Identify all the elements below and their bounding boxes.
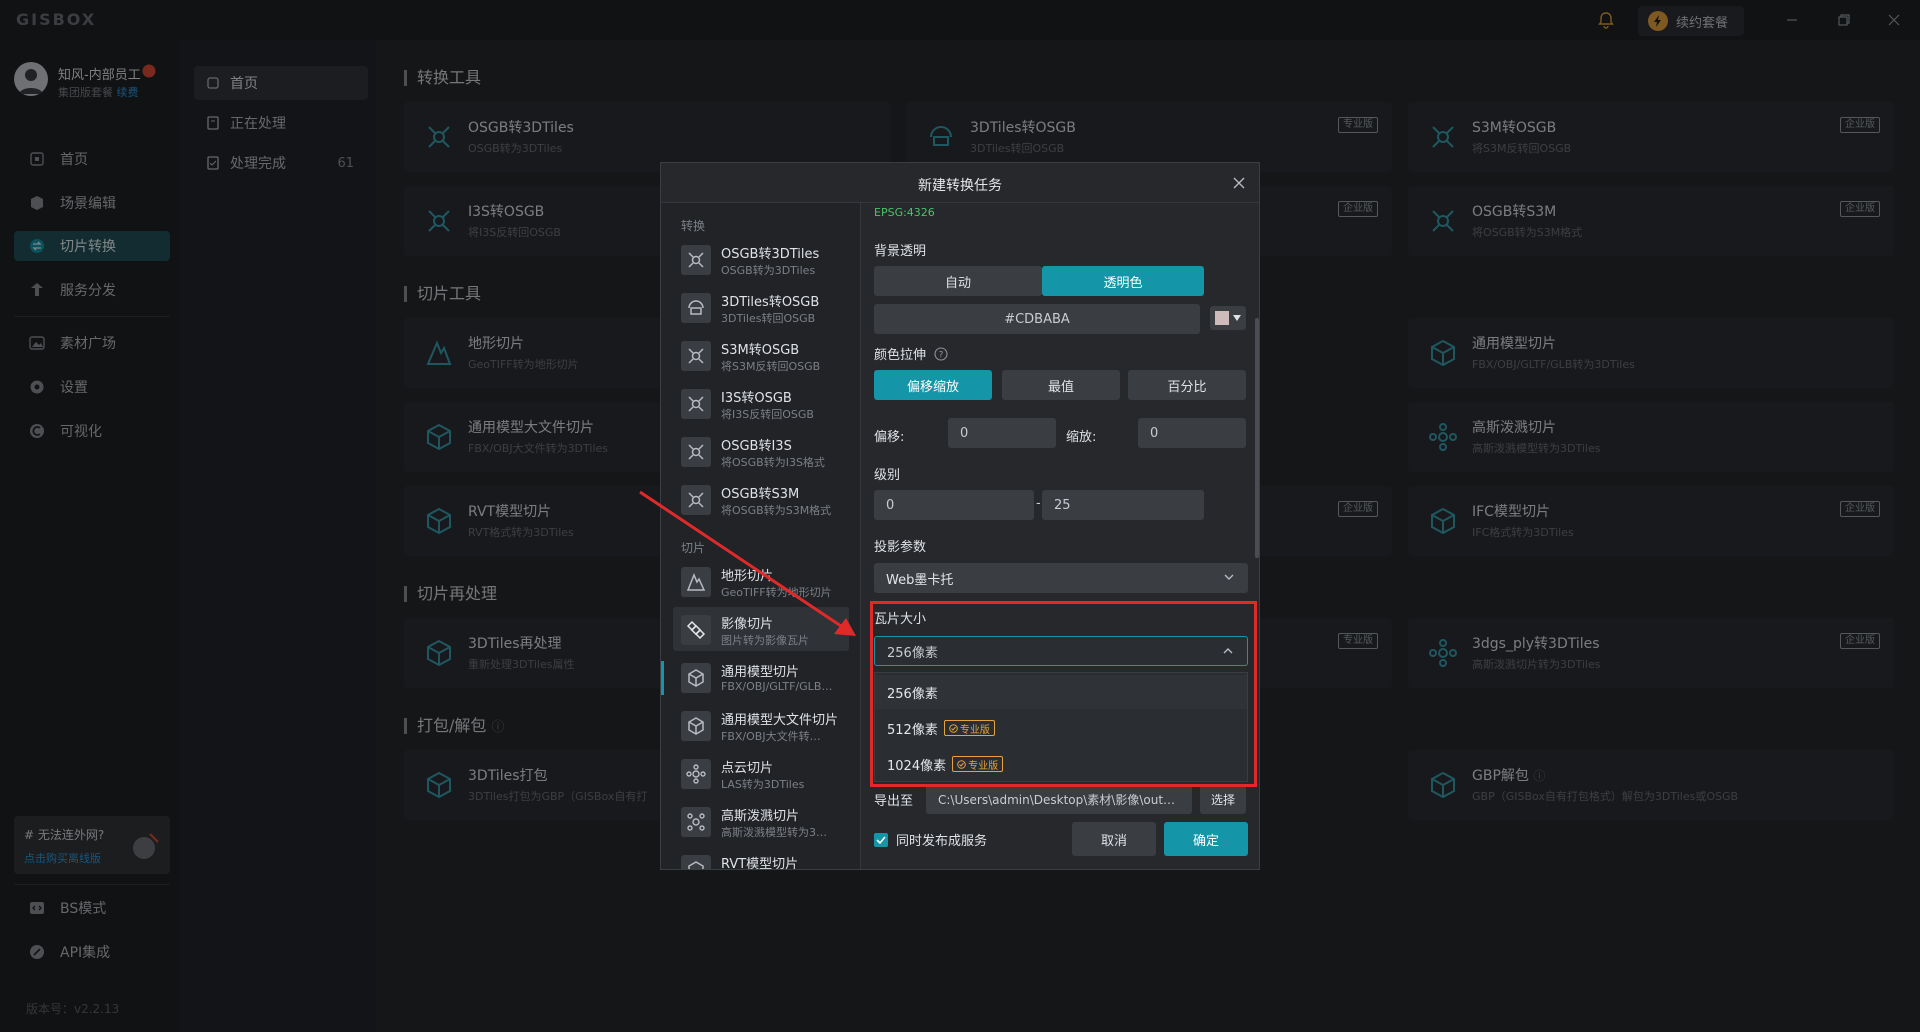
convert-tool-icon — [681, 389, 711, 419]
checkbox-checked-icon[interactable] — [874, 832, 888, 847]
bg-auto-button[interactable]: 自动 — [874, 266, 1042, 296]
color-hex-input[interactable]: #CDBABA — [874, 304, 1200, 334]
cancel-button[interactable]: 取消 — [1072, 822, 1156, 856]
color-picker[interactable] — [1210, 306, 1246, 330]
task-item-s3m-osgb[interactable]: S3M转OSGB 将S3M反转回OSGB — [673, 333, 849, 377]
dialog-title: 新建转换任务 — [918, 178, 1002, 194]
offset-label: 偏移: — [874, 430, 905, 445]
caret-down-icon — [1233, 315, 1241, 321]
epsg-label: EPSG:4326 — [874, 206, 935, 219]
scale-input[interactable]: 0 — [1138, 418, 1246, 448]
task-item-rvt[interactable]: RVT模型切片 — [673, 847, 849, 869]
svg-text:?: ? — [939, 350, 944, 360]
highlight-box — [870, 601, 1257, 787]
splat-icon — [681, 807, 711, 837]
cube-icon — [681, 663, 711, 693]
cube-icon — [681, 855, 711, 869]
publish-checkbox-row[interactable]: 同时发布成服务 — [874, 830, 987, 849]
task-item-i3s-osgb[interactable]: I3S转OSGB 将I3S反转回OSGB — [673, 381, 849, 425]
convert-tool-icon — [681, 293, 711, 323]
level-max-input[interactable]: 25 — [1042, 490, 1204, 520]
dialog-scrollbar[interactable] — [1255, 318, 1259, 558]
scale-label: 缩放: — [1066, 430, 1097, 445]
confirm-button[interactable]: 确定 — [1164, 822, 1248, 856]
annotation-arrow-icon — [639, 490, 856, 636]
task-item-model[interactable]: 通用模型切片 FBX/OBJ/GLTF/GLB… — [673, 655, 849, 699]
stretch-percent-button[interactable]: 百分比 — [1128, 370, 1246, 400]
convert-tool-icon — [681, 245, 711, 275]
output-path-input[interactable]: C:\Users\admin\Desktop\素材\影像\out… — [926, 784, 1192, 814]
help-icon[interactable]: ? — [934, 346, 948, 361]
level-min-input[interactable]: 0 — [874, 490, 1034, 520]
level-separator: - — [1036, 496, 1041, 511]
projection-select[interactable]: Web墨卡托 — [874, 563, 1248, 593]
task-item-gauss[interactable]: 高斯泼溅切片 高斯泼溅模型转为3… — [673, 799, 849, 843]
group-convert-label: 转换 — [681, 219, 706, 233]
choose-button[interactable]: 选择 — [1200, 784, 1246, 814]
task-item-osgb-3dtiles[interactable]: OSGB转3DTiles OSGB转为3DTiles — [673, 237, 849, 281]
convert-tool-icon — [681, 341, 711, 371]
bg-transparent-label: 背景透明 — [874, 244, 927, 259]
task-item-pointcloud[interactable]: 点云切片 LAS转为3DTiles — [673, 751, 849, 795]
stretch-offset-scale-button[interactable]: 偏移缩放 — [874, 370, 992, 400]
bg-transparent-button[interactable]: 透明色 — [1042, 266, 1204, 296]
pointcloud-icon — [681, 759, 711, 789]
projection-label: 投影参数 — [874, 540, 927, 555]
output-label: 导出至 — [874, 794, 914, 809]
task-item-big-model[interactable]: 通用模型大文件切片 FBX/OBJ大文件转… — [673, 703, 849, 747]
color-stretch-label: 颜色拉伸 ? — [874, 344, 948, 363]
task-item-osgb-i3s[interactable]: OSGB转I3S 将OSGB转为I3S格式 — [673, 429, 849, 473]
stretch-minmax-button[interactable]: 最值 — [1002, 370, 1120, 400]
color-swatch — [1215, 311, 1229, 325]
offset-input[interactable]: 0 — [948, 418, 1056, 448]
convert-tool-icon — [681, 437, 711, 467]
active-indicator — [661, 661, 664, 695]
close-icon[interactable] — [1229, 173, 1249, 193]
level-label: 级别 — [874, 468, 901, 483]
cube-icon — [681, 711, 711, 741]
task-item-3dtiles-osgb[interactable]: 3DTiles转OSGB 3DTiles转回OSGB — [673, 285, 849, 329]
chevron-down-icon — [1224, 574, 1234, 581]
